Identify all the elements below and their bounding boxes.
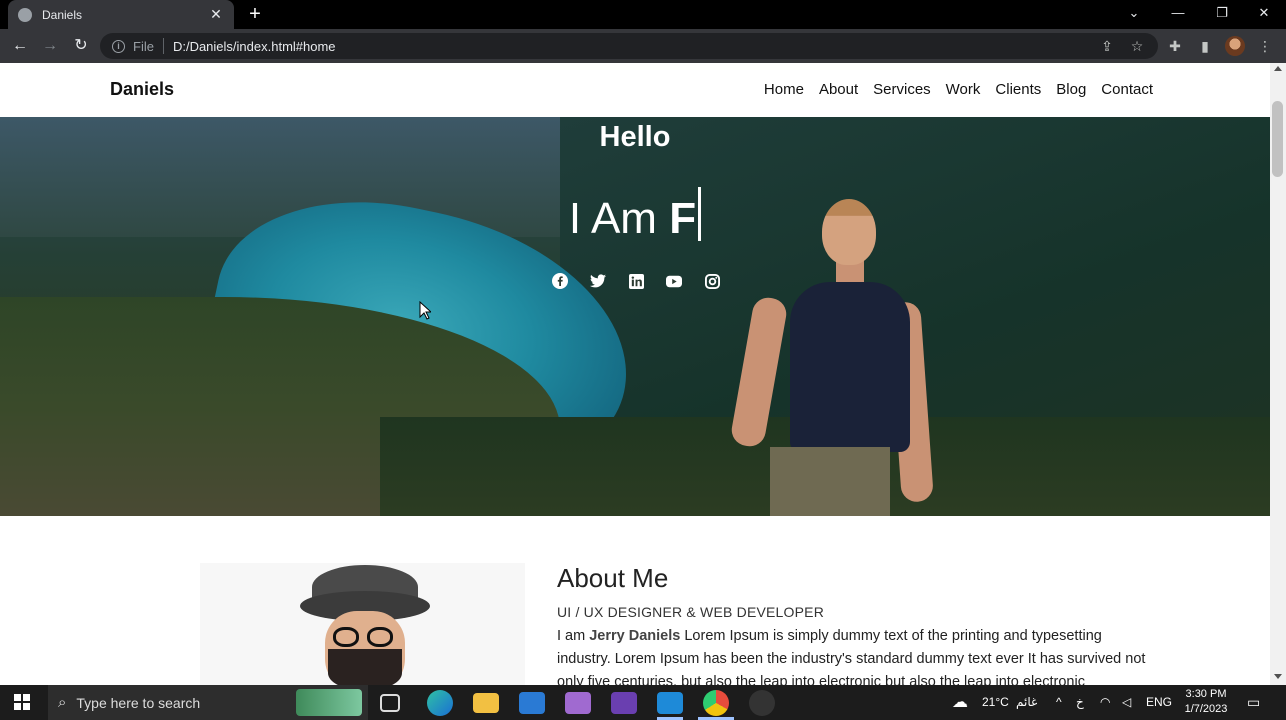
browser-toolbar: ← → ↻ i File D:/Daniels/index.html#home …	[0, 29, 1286, 63]
nav-home[interactable]: Home	[764, 81, 804, 98]
linkedin-icon[interactable]	[628, 273, 644, 289]
extensions-icon[interactable]: ✚	[1166, 37, 1184, 55]
tab-strip: Daniels ✕ + ⌄ — ❐ ✕	[0, 0, 1286, 29]
about-intro: I am	[557, 628, 586, 644]
nav-services[interactable]: Services	[873, 81, 931, 98]
hero-greeting: Hello	[599, 121, 671, 153]
search-icon: ⌕	[58, 694, 67, 711]
browser-tab[interactable]: Daniels ✕	[8, 0, 234, 29]
nav-work[interactable]: Work	[946, 81, 981, 98]
windows-start-icon[interactable]	[14, 694, 30, 710]
address-url[interactable]: D:/Daniels/index.html#home	[173, 39, 336, 54]
hero-content: Hello I Am F	[0, 117, 1270, 516]
typing-cursor	[698, 187, 702, 241]
weather-temp[interactable]: 21°C	[982, 685, 1009, 720]
volume-icon[interactable]: ◁	[1122, 685, 1131, 720]
clock-time: 3:30 PM	[1185, 688, 1227, 700]
taskbar-search[interactable]: ⌕ Type here to search	[48, 685, 368, 720]
nav-links: Home About Services Work Clients Blog Co…	[764, 81, 1153, 98]
about-subtitle: UI / UX DESIGNER & WEB DEVELOPER	[557, 604, 825, 620]
instagram-icon[interactable]	[704, 273, 720, 289]
scroll-up-icon[interactable]	[1274, 66, 1282, 71]
typed-prefix: I Am	[568, 194, 657, 243]
notifications-icon[interactable]: ▭	[1247, 685, 1260, 720]
site-brand[interactable]: Daniels	[110, 79, 174, 100]
tray-chevron-icon[interactable]: ^	[1056, 685, 1062, 720]
new-tab-button[interactable]: +	[245, 3, 265, 25]
taskbar-clock[interactable]: 3:30 PM 1/7/2023	[1172, 687, 1240, 717]
search-highlight-image	[296, 689, 362, 716]
vscode-icon[interactable]	[657, 692, 683, 714]
close-window-button[interactable]: ✕	[1242, 0, 1286, 29]
scroll-down-icon[interactable]	[1274, 674, 1282, 679]
language-indicator[interactable]: ENG	[1146, 685, 1172, 720]
visual-studio-icon[interactable]	[611, 692, 637, 714]
windows-taskbar: ⌕ Type here to search ☁ 21°C غائم ^ خ ◠ …	[0, 685, 1286, 720]
nav-contact[interactable]: Contact	[1101, 81, 1153, 98]
edge-icon[interactable]	[427, 690, 453, 716]
share-icon[interactable]: ⇪	[1098, 37, 1116, 55]
menu-kebab-icon[interactable]: ⋮	[1256, 37, 1274, 55]
address-divider	[162, 38, 164, 54]
clock-date: 1/7/2023	[1184, 703, 1228, 715]
facebook-icon[interactable]	[552, 273, 568, 289]
typed-word: F	[669, 194, 697, 243]
page-scrollbar[interactable]	[1270, 63, 1286, 685]
close-tab-icon[interactable]: ✕	[208, 6, 224, 23]
site-navbar: Daniels Home About Services Work Clients…	[0, 63, 1270, 117]
tab-search-icon[interactable]: ⌄	[1112, 0, 1156, 29]
nav-blog[interactable]: Blog	[1056, 81, 1086, 98]
chrome-icon[interactable]	[703, 690, 729, 716]
forward-button[interactable]: →	[39, 35, 61, 57]
reload-button[interactable]: ↻	[70, 35, 92, 57]
bookmark-star-icon[interactable]: ☆	[1128, 37, 1146, 55]
about-name: Jerry Daniels	[589, 628, 681, 644]
about-photo	[200, 563, 525, 685]
nav-clients[interactable]: Clients	[995, 81, 1041, 98]
restore-button[interactable]: ❐	[1200, 0, 1244, 29]
taskbar-search-placeholder: Type here to search	[76, 694, 201, 711]
about-body: I am Jerry Daniels Lorem Ipsum is simply…	[557, 625, 1157, 685]
weather-text[interactable]: غائم	[1016, 685, 1037, 720]
globe-icon	[18, 7, 32, 22]
back-button[interactable]: ←	[9, 35, 31, 57]
youtube-icon[interactable]	[666, 273, 682, 289]
scroll-thumb[interactable]	[1272, 101, 1283, 177]
weather-cloud-icon[interactable]: ☁	[952, 685, 968, 720]
address-bar[interactable]: i File D:/Daniels/index.html#home	[100, 33, 1158, 59]
mouse-pointer-icon	[419, 301, 431, 320]
tab-title: Daniels	[42, 7, 83, 22]
recorder-icon[interactable]	[749, 690, 775, 716]
file-explorer-icon[interactable]	[473, 693, 499, 713]
side-panel-icon[interactable]: ▮	[1196, 37, 1214, 55]
address-scheme: File	[133, 38, 154, 54]
minimize-button[interactable]: —	[1156, 0, 1200, 29]
store-icon[interactable]	[519, 692, 545, 714]
nav-about[interactable]: About	[819, 81, 858, 98]
about-title: About Me	[557, 563, 669, 593]
info-icon[interactable]: i	[112, 39, 125, 53]
web-page: Daniels Home About Services Work Clients…	[0, 63, 1270, 685]
hero-typed-text: I Am F	[0, 187, 1270, 244]
hero-section: Hello I Am F	[0, 117, 1270, 516]
beard	[328, 649, 402, 685]
profile-avatar[interactable]	[1225, 36, 1245, 56]
tools-app-icon[interactable]	[565, 692, 591, 714]
twitter-icon[interactable]	[590, 273, 606, 289]
task-view-icon[interactable]	[380, 694, 400, 712]
glasses	[333, 627, 397, 647]
input-method-icon[interactable]: خ	[1076, 685, 1084, 720]
social-links	[552, 273, 720, 289]
network-icon[interactable]: ◠	[1100, 685, 1110, 720]
